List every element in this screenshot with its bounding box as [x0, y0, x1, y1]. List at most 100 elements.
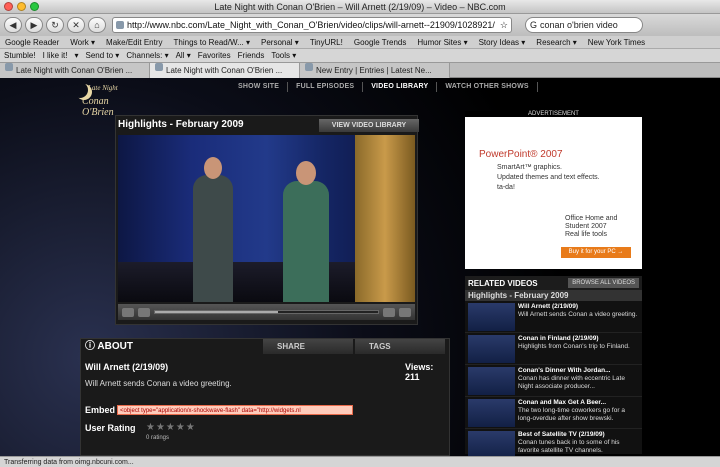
- related-item-title[interactable]: Conan's Dinner With Jordan...: [518, 367, 611, 374]
- browser-tab[interactable]: New Entry | Entries | Latest Ne...: [300, 63, 450, 78]
- ad-tagline: SmartArt™ graphics. Updated themes and t…: [497, 163, 600, 193]
- bookmark-item[interactable]: Work ▾: [70, 36, 95, 48]
- scrub-fill: [155, 311, 278, 313]
- video-thumbnail[interactable]: [468, 335, 515, 363]
- related-item-title[interactable]: Best of Satellite TV (2/19/09): [518, 431, 605, 438]
- bookmark-item[interactable]: Humor Sites ▾: [417, 36, 467, 48]
- office-line-2: Student 2007: [565, 223, 607, 230]
- rating-label: User Rating: [85, 423, 136, 433]
- browser-tabs: Late Night with Conan O'Brien ... Late N…: [0, 63, 720, 78]
- video-thumbnail[interactable]: [468, 367, 515, 395]
- tab-label: New Entry | Entries | Latest Ne...: [316, 66, 432, 75]
- rating-stars[interactable]: ★★★★★: [146, 422, 196, 433]
- logo-line1: Late Night: [88, 84, 118, 92]
- list-item[interactable]: Conan in Finland (2/19/09) Highlights fro…: [465, 333, 642, 365]
- tab-share[interactable]: SHARE: [263, 339, 353, 354]
- related-item-title[interactable]: Will Arnett (2/19/09): [518, 303, 578, 310]
- toolbar-item[interactable]: Friends: [238, 49, 265, 62]
- close-window-button[interactable]: [4, 2, 13, 11]
- related-title: RELATED VIDEOS: [468, 278, 538, 288]
- play-pause-button[interactable]: [122, 307, 134, 317]
- video-thumbnail[interactable]: [468, 303, 515, 331]
- list-item[interactable]: Will Arnett (2/19/09) Will Arnett sends C…: [465, 301, 642, 333]
- minimize-window-button[interactable]: [17, 2, 26, 11]
- bookmark-star-icon[interactable]: ☆: [500, 20, 508, 31]
- person-right-head: [296, 161, 316, 185]
- back-button[interactable]: ◀: [4, 17, 22, 33]
- url-text[interactable]: http://www.nbc.com/Late_Night_with_Conan…: [127, 20, 497, 30]
- tab-about[interactable]: ⓘ ABOUT: [81, 339, 261, 354]
- toolbar-item[interactable]: I like it!: [43, 49, 68, 62]
- stop-icon[interactable]: ✕: [67, 17, 85, 33]
- nav-show-site[interactable]: SHOW SITE: [230, 82, 289, 92]
- bookmark-item[interactable]: New York Times: [588, 36, 645, 48]
- related-item-title[interactable]: Conan and Max Get A Beer...: [518, 399, 606, 406]
- view-video-library-button[interactable]: VIEW VIDEO LIBRARY: [319, 119, 419, 132]
- person-right: [283, 181, 329, 302]
- bookmark-item[interactable]: Personal ▾: [261, 36, 299, 48]
- advertisement[interactable]: ADVERTISEMENT PowerPoint® 2007 SmartArt™…: [465, 111, 642, 269]
- address-bar[interactable]: http://www.nbc.com/Late_Night_with_Conan…: [112, 17, 512, 33]
- volume-icon[interactable]: [383, 307, 395, 317]
- ad-tagline-1: SmartArt™ graphics.: [497, 164, 562, 171]
- tab-tags[interactable]: TAGS: [355, 339, 445, 354]
- stop-button[interactable]: [138, 307, 150, 317]
- fullscreen-button[interactable]: [399, 307, 411, 317]
- toolbar-item[interactable]: Stumble!: [4, 49, 36, 62]
- toolbar-item[interactable]: Tools ▾: [271, 49, 296, 62]
- bookmark-item[interactable]: Research ▾: [536, 36, 576, 48]
- toolbar-item[interactable]: Channels: ▾: [126, 49, 168, 62]
- forward-button[interactable]: ▶: [25, 17, 43, 33]
- buy-button[interactable]: Buy it for your PC →: [561, 247, 631, 258]
- browse-all-videos-button[interactable]: BROWSE ALL VIDEOS: [568, 278, 639, 288]
- browser-tab[interactable]: Late Night with Conan O'Brien ...: [0, 63, 150, 78]
- ad-label: ADVERTISEMENT: [465, 111, 642, 117]
- ad-tagline-2: Updated themes and text effects.: [497, 174, 600, 181]
- video-thumbnail[interactable]: [468, 399, 515, 427]
- toolbar-item[interactable]: Send to ▾: [86, 49, 120, 62]
- list-item[interactable]: Conan's Dinner With Jordan... Conan has d…: [465, 365, 642, 397]
- toolbar-item[interactable]: Favorites: [198, 49, 231, 62]
- ratings-count: 0 ratings: [146, 435, 170, 441]
- toolbar-item[interactable]: ▾: [74, 49, 78, 62]
- related-text: Conan and Max Get A Beer... The two long-…: [518, 399, 639, 426]
- search-input[interactable]: conan o'brien video: [540, 20, 618, 30]
- window-controls[interactable]: [4, 2, 39, 11]
- home-icon[interactable]: ⌂: [88, 17, 106, 33]
- status-text: Transferring data from oimg.nbcuni.com..…: [4, 459, 134, 466]
- bookmark-item[interactable]: Things to Read/W... ▾: [174, 36, 251, 48]
- tab-label: Late Night with Conan O'Brien ...: [16, 66, 133, 75]
- zoom-window-button[interactable]: [30, 2, 39, 11]
- office-line-1: Office Home and: [565, 215, 618, 222]
- bookmark-item[interactable]: Make/Edit Entry: [106, 36, 162, 48]
- bookmark-item[interactable]: TinyURL!: [310, 36, 343, 48]
- navigation-bar: ◀ ▶ ↻ ✕ ⌂ http://www.nbc.com/Late_Night_…: [0, 14, 720, 36]
- video-player: Highlights - February 2009 VIEW VIDEO LI…: [115, 115, 419, 325]
- embed-code-field[interactable]: <object type="application/x-shockwave-fl…: [117, 405, 353, 415]
- reload-icon[interactable]: ↻: [46, 17, 64, 33]
- tab-label: Late Night with Conan O'Brien ...: [166, 66, 283, 75]
- related-videos: RELATED VIDEOS BROWSE ALL VIDEOS Highlig…: [465, 276, 642, 461]
- related-item-title[interactable]: Conan in Finland (2/19/09): [518, 335, 599, 342]
- video-frame[interactable]: [118, 135, 415, 302]
- nav-video-library[interactable]: VIDEO LIBRARY: [363, 82, 438, 92]
- player-title: Highlights - February 2009: [118, 119, 244, 130]
- related-text: Conan in Finland (2/19/09) Highlights fro…: [518, 335, 630, 362]
- related-item-desc: Will Arnett sends Conan a video greeting…: [518, 311, 638, 318]
- list-item[interactable]: Conan and Max Get A Beer... The two long-…: [465, 397, 642, 429]
- browser-tab-active[interactable]: Late Night with Conan O'Brien ...: [150, 63, 300, 78]
- embed-label: Embed: [85, 405, 116, 415]
- nav-full-episodes[interactable]: FULL EPISODES: [288, 82, 364, 92]
- video-thumbnail[interactable]: [468, 431, 515, 459]
- bookmark-item[interactable]: Google Trends: [354, 36, 406, 48]
- show-logo[interactable]: Late Night Conan O'Brien: [72, 80, 142, 118]
- nav-watch-other-shows[interactable]: WATCH OTHER SHOWS: [437, 82, 538, 92]
- toolbar-item[interactable]: All ▾: [176, 49, 191, 62]
- scrub-bar[interactable]: [154, 310, 379, 314]
- ad-tagline-3: ta-da!: [497, 184, 515, 191]
- related-header: RELATED VIDEOS BROWSE ALL VIDEOS: [465, 276, 642, 290]
- bookmark-item[interactable]: Story Ideas ▾: [479, 36, 526, 48]
- related-text: Conan's Dinner With Jordan... Conan has d…: [518, 367, 639, 394]
- bookmark-item[interactable]: Google Reader: [5, 36, 59, 48]
- search-field[interactable]: G conan o'brien video: [525, 17, 643, 33]
